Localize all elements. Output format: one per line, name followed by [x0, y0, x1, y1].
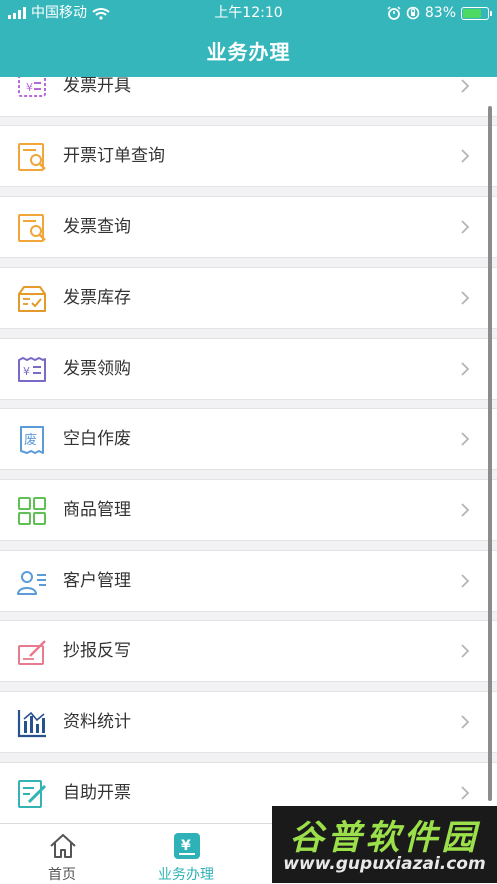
chevron-right-icon	[461, 291, 470, 305]
menu-item-invoice-purchase[interactable]: ¥ 发票领购	[0, 338, 497, 400]
menu-item-blank-void[interactable]: 废 空白作废	[0, 408, 497, 470]
menu-item-label: 资料统计	[63, 712, 131, 732]
menu-item-label: 商品管理	[63, 500, 131, 520]
menu-item-label: 空白作废	[63, 429, 131, 449]
tab-label: 业务办理	[158, 867, 214, 883]
invoice-search-icon	[18, 214, 46, 242]
menu-item-label: 发票领购	[63, 359, 131, 379]
chevron-right-icon	[461, 432, 470, 446]
svg-text:废: 废	[24, 432, 37, 448]
menu-item-goods-management[interactable]: 商品管理	[0, 479, 497, 541]
menu-item-invoice-inventory[interactable]: 发票库存	[0, 267, 497, 329]
inventory-box-icon	[18, 286, 46, 312]
menu-item-customer-management[interactable]: 客户管理	[0, 550, 497, 612]
chevron-right-icon	[461, 644, 470, 658]
alarm-icon	[387, 6, 401, 20]
chevron-right-icon	[461, 362, 470, 376]
self-service-edit-icon	[18, 780, 47, 808]
battery-percent: 83%	[424, 5, 456, 21]
menu-item-copy-report[interactable]: 抄报反写	[0, 620, 497, 682]
invoice-purchase-icon: ¥	[18, 357, 46, 382]
status-bar: 中国移动 上午12:10 83%	[0, 0, 497, 26]
scrollbar[interactable]	[488, 106, 492, 801]
page-title: 业务办理	[206, 40, 291, 64]
menu-item-label: 客户管理	[63, 571, 131, 591]
watermark: 谷普软件园 www.gupuxiazai.com	[272, 806, 497, 883]
chevron-right-icon	[461, 786, 470, 800]
chevron-right-icon	[461, 79, 470, 93]
menu-item-label: 发票查询	[63, 217, 131, 237]
menu-item-label: 开票订单查询	[63, 146, 165, 166]
chevron-right-icon	[461, 503, 470, 517]
void-icon: 废	[20, 426, 44, 454]
edit-pen-icon	[18, 640, 46, 665]
tab-label: 首页	[48, 867, 76, 883]
battery-icon	[461, 6, 492, 20]
bar-chart-icon	[17, 710, 46, 738]
tab-business[interactable]: ¥ 业务办理	[126, 824, 246, 884]
app-header: 中国移动 上午12:10 83% 业务办理	[0, 0, 497, 77]
order-search-icon	[18, 143, 46, 171]
menu-item-invoice-search[interactable]: 发票查询	[0, 196, 497, 258]
grid-icon	[18, 497, 46, 525]
chevron-right-icon	[461, 149, 470, 163]
watermark-url: www.gupuxiazai.com	[283, 854, 486, 874]
menu-item-label: 发票库存	[63, 288, 131, 308]
contact-card-icon	[17, 571, 46, 595]
rotation-lock-icon	[406, 6, 420, 20]
svg-text:¥: ¥	[26, 81, 33, 94]
menu-item-label: 抄报反写	[63, 641, 131, 661]
home-icon	[50, 834, 76, 858]
chevron-right-icon	[461, 220, 470, 234]
watermark-title: 谷普软件园	[289, 818, 480, 858]
menu-item-order-search[interactable]: 开票订单查询	[0, 125, 497, 187]
yen-icon: ¥	[174, 833, 200, 859]
menu-item-label: 自助开票	[63, 783, 131, 803]
svg-text:¥: ¥	[23, 365, 30, 378]
chevron-right-icon	[461, 574, 470, 588]
menu-item-data-statistics[interactable]: 资料统计	[0, 691, 497, 753]
svg-text:¥: ¥	[181, 838, 191, 854]
tab-home[interactable]: 首页	[2, 824, 122, 884]
chevron-right-icon	[461, 715, 470, 729]
